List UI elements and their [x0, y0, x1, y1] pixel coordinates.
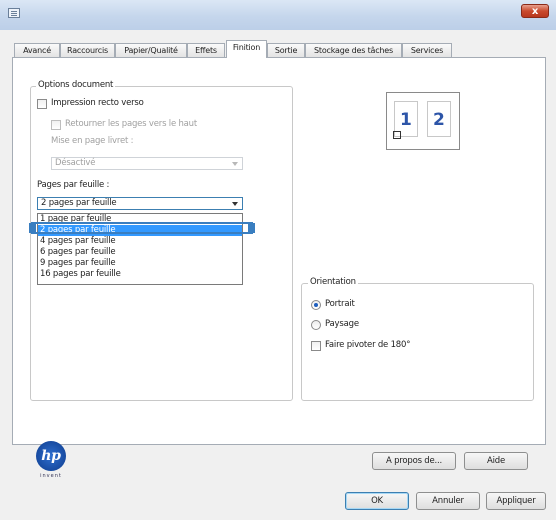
- rotate-180-checkbox[interactable]: [311, 341, 321, 351]
- tab-avance[interactable]: Avancé: [14, 43, 60, 57]
- about-button[interactable]: A propos de...: [372, 452, 456, 470]
- duplex-label: Impression recto verso: [51, 98, 144, 108]
- document-options-legend: Options document: [36, 80, 116, 90]
- preview-page-number-2: 2: [433, 110, 445, 130]
- hp-logo-tagline: invent: [40, 473, 62, 479]
- booklet-select[interactable]: Désactivé: [51, 157, 243, 170]
- landscape-label: Paysage: [325, 319, 359, 329]
- duplex-checkbox[interactable]: [37, 99, 47, 109]
- ok-button[interactable]: OK: [345, 492, 409, 510]
- chevron-down-icon: [232, 162, 238, 166]
- booklet-label: Mise en page livret :: [51, 136, 134, 146]
- tab-sortie[interactable]: Sortie: [267, 43, 305, 57]
- tab-raccourcis[interactable]: Raccourcis: [60, 43, 115, 57]
- printer-icon: [8, 8, 20, 18]
- dropdown-option[interactable]: 16 pages par feuille: [38, 269, 242, 280]
- pages-per-sheet-label: Pages par feuille :: [37, 180, 110, 190]
- flip-up-checkbox[interactable]: [51, 120, 61, 130]
- help-button[interactable]: Aide: [464, 452, 528, 470]
- rotate-180-label: Faire pivoter de 180°: [325, 340, 411, 350]
- pages-per-sheet-value: 2 pages par feuille: [41, 198, 117, 208]
- dropdown-option[interactable]: 9 pages par feuille: [38, 258, 242, 269]
- highlight-marker-left: [29, 223, 36, 233]
- selection-highlight: [31, 222, 253, 234]
- hp-logo: hp: [36, 441, 66, 471]
- close-button[interactable]: x: [521, 4, 549, 18]
- tab-effets[interactable]: Effets: [187, 43, 225, 57]
- orientation-legend: Orientation: [308, 277, 358, 287]
- highlight-marker-right: [248, 223, 255, 233]
- cancel-button[interactable]: Annuler: [416, 492, 480, 510]
- apply-button[interactable]: Appliquer: [486, 492, 546, 510]
- booklet-value: Désactivé: [55, 158, 96, 168]
- pages-per-sheet-select[interactable]: 2 pages par feuille: [37, 197, 243, 210]
- tab-stockage-des-taches[interactable]: Stockage des tâches: [305, 43, 402, 57]
- page-layout-preview: 1 2: [386, 92, 460, 150]
- dropdown-option[interactable]: 6 pages par feuille: [38, 247, 242, 258]
- portrait-radio[interactable]: [311, 300, 321, 310]
- tab-papier-qualite[interactable]: Papier/Qualité: [115, 43, 187, 57]
- title-bar: [0, 0, 556, 30]
- preview-page-number-1: 1: [400, 110, 412, 130]
- chevron-down-icon: [232, 202, 238, 206]
- paper-orientation-icon: [393, 131, 401, 139]
- dropdown-option[interactable]: 4 pages par feuille: [38, 236, 242, 247]
- tab-finition[interactable]: Finition: [226, 40, 267, 58]
- flip-up-label: Retourner les pages vers le haut: [65, 119, 198, 129]
- landscape-radio[interactable]: [311, 320, 321, 330]
- portrait-label: Portrait: [325, 299, 355, 309]
- tab-services[interactable]: Services: [402, 43, 452, 57]
